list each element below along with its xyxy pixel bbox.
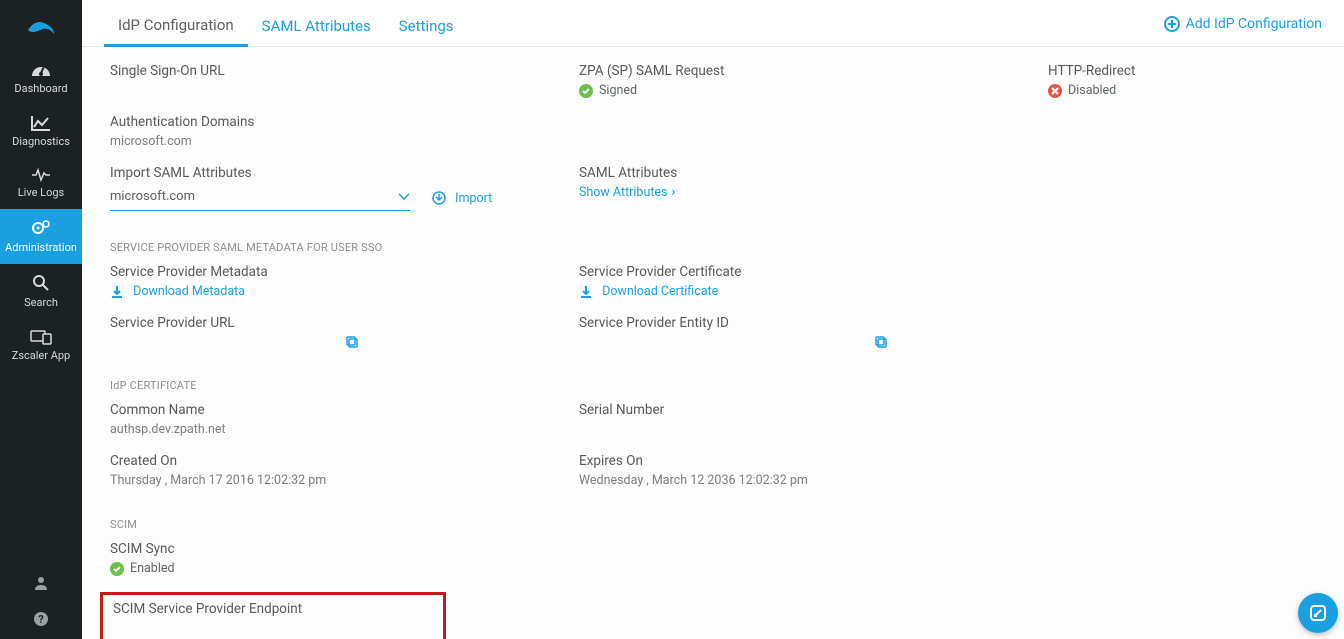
pulse-icon xyxy=(31,168,51,182)
svg-text:?: ? xyxy=(38,613,44,626)
gauge-icon xyxy=(30,62,52,78)
sidebar-item-label: Search xyxy=(24,296,58,309)
download-certificate-link[interactable]: Download Certificate xyxy=(579,284,718,299)
plus-circle-icon xyxy=(1164,16,1180,32)
sso-url-label: Single Sign-On URL xyxy=(110,63,579,79)
sp-url-label: Service Provider URL xyxy=(110,315,579,331)
content-scroll[interactable]: Single Sign-On URL ZPA (SP) SAML Request… xyxy=(82,47,1344,639)
import-domain-select[interactable]: microsoft.com xyxy=(110,185,410,211)
search-icon xyxy=(32,274,50,292)
gears-icon xyxy=(30,219,52,237)
zscaler-logo-icon xyxy=(24,16,58,38)
sidebar-item-live-logs[interactable]: Live Logs xyxy=(0,158,82,209)
tab-saml-attributes[interactable]: SAML Attributes xyxy=(248,11,385,45)
download-metadata-text: Download Metadata xyxy=(133,284,245,299)
chevron-right-icon: › xyxy=(672,185,676,200)
chart-icon xyxy=(31,115,51,131)
scim-sync-status: Enabled xyxy=(130,561,175,576)
download-metadata-link[interactable]: Download Metadata xyxy=(110,284,245,299)
import-button[interactable]: Import xyxy=(432,191,492,206)
saml-request-label: ZPA (SP) SAML Request xyxy=(579,63,1048,79)
import-action-label: Import xyxy=(455,191,492,206)
sidebar-item-help[interactable]: ? xyxy=(0,603,82,639)
show-attributes-link[interactable]: Show Attributes › xyxy=(579,185,675,200)
sidebar-item-label: Diagnostics xyxy=(12,135,70,148)
main-panel: IdP Configuration SAML Attributes Settin… xyxy=(82,0,1344,639)
add-idp-label: Add IdP Configuration xyxy=(1186,16,1322,32)
user-icon xyxy=(33,575,49,591)
devices-icon xyxy=(30,329,52,345)
download-icon xyxy=(579,285,593,299)
import-select-value: microsoft.com xyxy=(110,189,195,204)
idp-cert-header: IdP CERTIFICATE xyxy=(110,379,1318,392)
feedback-icon xyxy=(1308,603,1328,623)
top-tabs: IdP Configuration SAML Attributes Settin… xyxy=(82,0,1344,47)
copy-sp-entity-button[interactable] xyxy=(874,335,888,349)
auth-domains-value: microsoft.com xyxy=(110,134,579,149)
add-idp-configuration-button[interactable]: Add IdP Configuration xyxy=(1164,16,1322,40)
feedback-fab-button[interactable] xyxy=(1298,593,1338,633)
sidebar-item-user[interactable] xyxy=(0,567,82,603)
tab-settings[interactable]: Settings xyxy=(385,11,468,45)
sp-entity-label: Service Provider Entity ID xyxy=(579,315,1048,331)
common-name-value: authsp.dev.zpath.net xyxy=(110,422,579,437)
download-icon xyxy=(110,285,124,299)
sidebar-item-dashboard[interactable]: Dashboard xyxy=(0,52,82,105)
sp-section-header: SERVICE PROVIDER SAML METADATA FOR USER … xyxy=(110,241,1318,254)
sidebar-item-label: Dashboard xyxy=(14,82,67,95)
expires-on-label: Expires On xyxy=(579,453,1048,469)
auth-domains-label: Authentication Domains xyxy=(110,114,579,130)
scim-header: SCIM xyxy=(110,518,1318,531)
sidebar-item-search[interactable]: Search xyxy=(0,264,82,319)
import-saml-label: Import SAML Attributes xyxy=(110,165,579,181)
saml-attributes-label: SAML Attributes xyxy=(579,165,1048,181)
sidebar-item-administration[interactable]: Administration xyxy=(0,209,82,264)
chevron-down-icon xyxy=(398,193,410,201)
scim-endpoint-label: SCIM Service Provider Endpoint xyxy=(113,601,433,617)
tab-idp-configuration[interactable]: IdP Configuration xyxy=(104,10,248,47)
sidebar-item-label: Administration xyxy=(5,241,77,254)
show-attributes-text: Show Attributes xyxy=(579,185,668,200)
copy-sp-url-button[interactable] xyxy=(345,335,359,349)
created-on-value: Thursday , March 17 2016 12:02:32 pm xyxy=(110,473,579,488)
check-circle-icon xyxy=(579,84,593,98)
import-arrow-icon xyxy=(432,191,446,205)
sidebar-item-zscaler-app[interactable]: Zscaler App xyxy=(0,319,82,372)
http-redirect-status: Disabled xyxy=(1068,83,1116,98)
scim-sync-label: SCIM Sync xyxy=(110,541,1318,557)
sp-metadata-label: Service Provider Metadata xyxy=(110,264,579,280)
x-circle-icon xyxy=(1048,84,1062,98)
sidebar-item-diagnostics[interactable]: Diagnostics xyxy=(0,105,82,158)
common-name-label: Common Name xyxy=(110,402,579,418)
sidebar-item-label: Live Logs xyxy=(18,186,64,199)
saml-request-status: Signed xyxy=(599,83,637,98)
expires-on-value: Wednesday , March 12 2036 12:02:32 pm xyxy=(579,473,1048,488)
sidebar-item-label: Zscaler App xyxy=(12,349,71,362)
help-icon: ? xyxy=(33,611,49,627)
sp-cert-label: Service Provider Certificate xyxy=(579,264,1048,280)
scim-endpoint-highlight: SCIM Service Provider Endpoint xyxy=(100,592,446,639)
created-on-label: Created On xyxy=(110,453,579,469)
http-redirect-label: HTTP-Redirect xyxy=(1048,63,1318,79)
serial-number-label: Serial Number xyxy=(579,402,1048,418)
sidebar: Dashboard Diagnostics Live Logs Administ… xyxy=(0,0,82,639)
download-cert-text: Download Certificate xyxy=(602,284,718,299)
check-circle-icon xyxy=(110,562,124,576)
